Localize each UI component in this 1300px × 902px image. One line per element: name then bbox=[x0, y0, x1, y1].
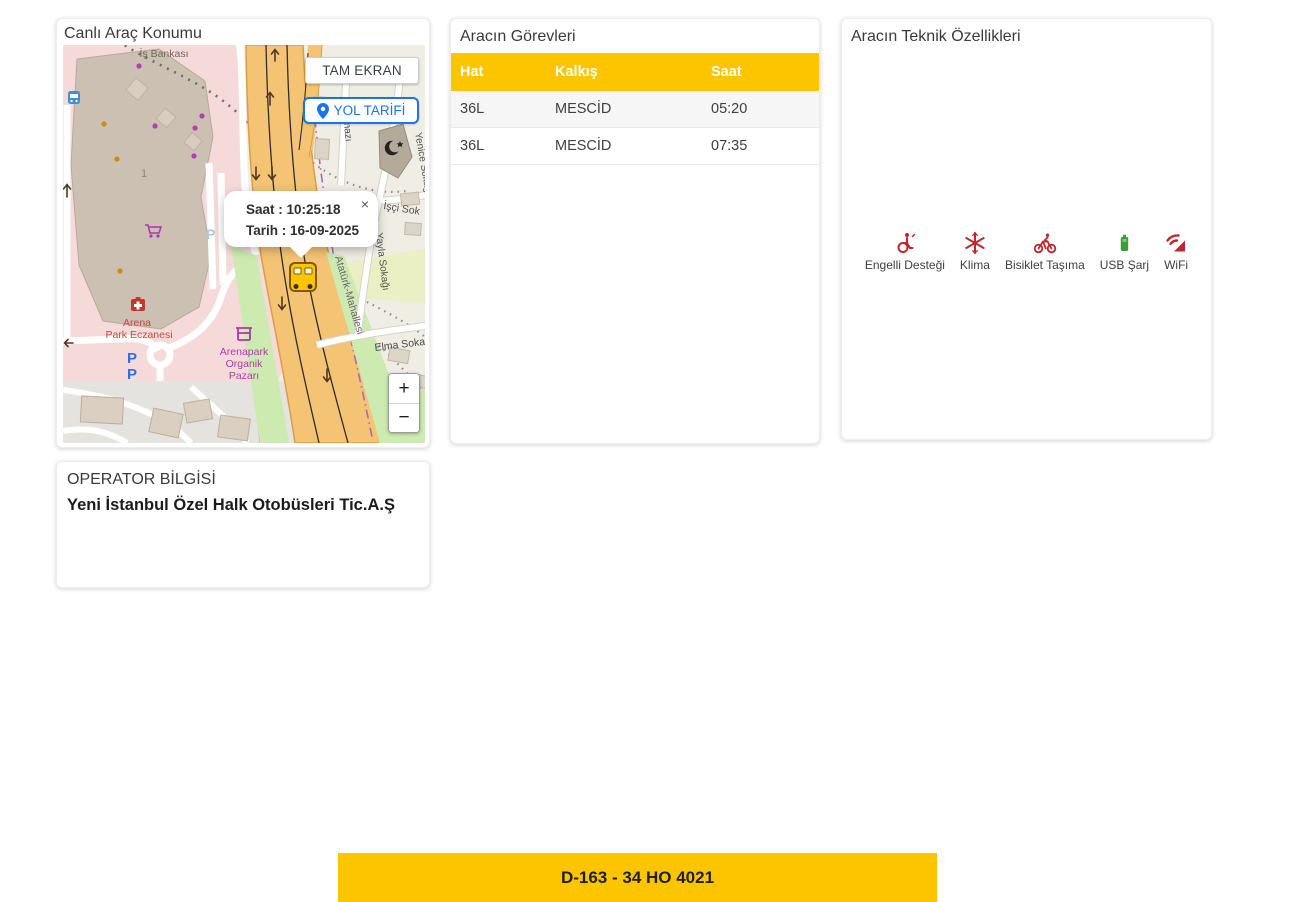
directions-label: YOL TARİFİ bbox=[334, 103, 406, 118]
map-popup: Saat : 10:25:18 Tarih : 16-09-2025 × bbox=[224, 191, 378, 247]
vehicle-tasks-card: Aracın Görevleri Hat Kalkış Saat 36L MES… bbox=[450, 18, 820, 444]
map-label-market-2: Organik bbox=[226, 358, 264, 370]
cell-kalkis: MESCİD bbox=[555, 101, 711, 117]
map-label-market-3: Pazarı bbox=[229, 370, 259, 382]
cell-hat: 36L bbox=[460, 101, 555, 117]
map-canvas[interactable]: İş Bankası 1 Yenice Sokağı nazı İşçi Sok… bbox=[63, 45, 425, 443]
map-label-block: 1 bbox=[141, 168, 147, 180]
feature-wheelchair: Engelli Desteği bbox=[865, 231, 945, 272]
map-card-title: Canlı Araç Konumu bbox=[64, 25, 202, 43]
operator-card-title: OPERATOR BİLGİSİ bbox=[67, 471, 419, 489]
tech-specs-card: Aracın Teknik Özellikleri Engelli Desteğ… bbox=[841, 18, 1212, 440]
snowflake-icon bbox=[963, 231, 987, 255]
zoom-in-button[interactable]: + bbox=[389, 374, 419, 403]
cell-saat: 07:35 bbox=[711, 138, 819, 154]
map-label-bank: İş Bankası bbox=[139, 47, 188, 60]
operator-name: Yeni İstanbul Özel Halk Otobüsleri Tic.A… bbox=[67, 496, 419, 515]
feature-ac: Klima bbox=[960, 231, 990, 272]
popup-time: Saat : 10:25:18 bbox=[246, 200, 378, 221]
feature-label: USB Şarj bbox=[1100, 258, 1149, 272]
map-zoom-control: + − bbox=[388, 373, 420, 433]
live-location-card: Canlı Araç Konumu bbox=[56, 18, 430, 448]
map-label-market-1: Arenapark bbox=[220, 346, 269, 358]
cell-saat: 05:20 bbox=[711, 101, 819, 117]
popup-close-button[interactable]: × bbox=[361, 194, 369, 216]
vehicle-plate-bar: D-163 - 34 HO 4021 bbox=[338, 853, 937, 902]
tasks-table-header: Hat Kalkış Saat bbox=[451, 53, 819, 91]
wifi-icon bbox=[1164, 231, 1188, 255]
battery-icon bbox=[1112, 231, 1136, 255]
bus-marker[interactable] bbox=[290, 263, 316, 291]
parking-icon: P bbox=[127, 366, 137, 383]
tram-icon bbox=[68, 91, 80, 104]
parking-icon: P bbox=[127, 350, 137, 367]
map-label-pharmacy-1: Arena bbox=[123, 317, 151, 329]
map-label-street-nazi: nazı bbox=[341, 122, 354, 142]
operator-info-card: OPERATOR BİLGİSİ Yeni İstanbul Özel Halk… bbox=[56, 461, 430, 588]
directions-button[interactable]: YOL TARİFİ bbox=[303, 97, 419, 124]
feature-label: WiFi bbox=[1164, 258, 1188, 272]
feature-label: Klima bbox=[960, 258, 990, 272]
header-saat: Saat bbox=[711, 64, 819, 80]
feature-usb: USB Şarj bbox=[1100, 231, 1149, 272]
feature-label: Bisiklet Taşıma bbox=[1005, 258, 1085, 272]
cell-hat: 36L bbox=[460, 138, 555, 154]
location-pin-icon bbox=[317, 103, 329, 119]
header-hat: Hat bbox=[460, 64, 555, 80]
tech-card-title: Aracın Teknik Özellikleri bbox=[842, 19, 1211, 46]
header-kalkis: Kalkış bbox=[555, 64, 711, 80]
pharmacy-icon bbox=[131, 297, 145, 311]
zoom-out-button[interactable]: − bbox=[389, 403, 419, 432]
feature-list: Engelli Desteği Klima Bisiklet Taşıma bbox=[842, 231, 1211, 272]
table-row[interactable]: 36L MESCİD 07:35 bbox=[451, 128, 819, 165]
fullscreen-button[interactable]: TAM EKRAN bbox=[305, 57, 419, 84]
cell-kalkis: MESCİD bbox=[555, 138, 711, 154]
feature-wifi: WiFi bbox=[1164, 231, 1188, 272]
vehicle-plate-label: D-163 - 34 HO 4021 bbox=[561, 868, 714, 888]
parking-icon: P bbox=[206, 226, 215, 242]
bicycle-icon bbox=[1033, 231, 1057, 255]
popup-date: Tarih : 16-09-2025 bbox=[246, 221, 378, 242]
wheelchair-icon bbox=[893, 231, 917, 255]
feature-bicycle: Bisiklet Taşıma bbox=[1005, 231, 1085, 272]
map-label-pharmacy-2: Park Eczanesi bbox=[105, 329, 172, 341]
feature-label: Engelli Desteği bbox=[865, 258, 945, 272]
table-row[interactable]: 36L MESCİD 05:20 bbox=[451, 91, 819, 128]
tasks-card-title: Aracın Görevleri bbox=[451, 19, 819, 53]
